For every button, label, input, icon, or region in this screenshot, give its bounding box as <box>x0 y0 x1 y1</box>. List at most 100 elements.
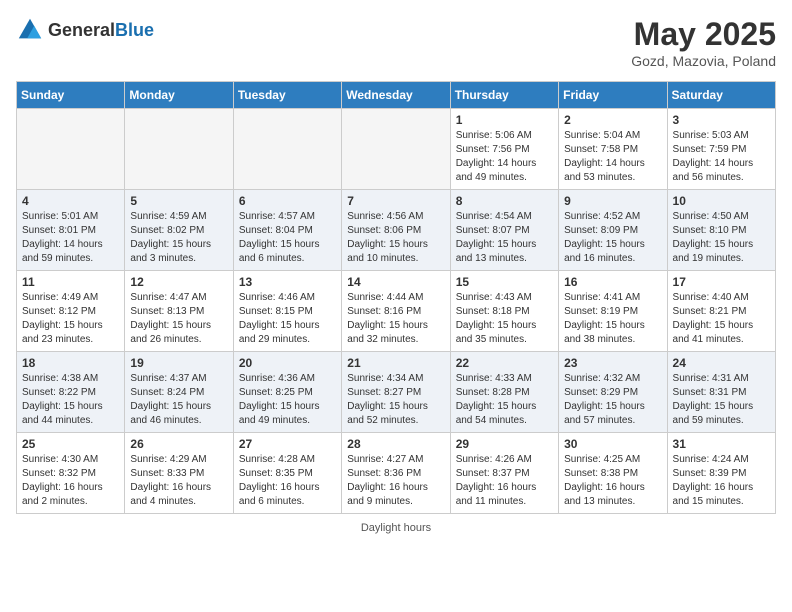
col-tuesday: Tuesday <box>233 82 341 109</box>
col-sunday: Sunday <box>17 82 125 109</box>
calendar-cell: 7 Sunrise: 4:56 AMSunset: 8:06 PMDaylight… <box>342 190 450 271</box>
day-info: Sunrise: 4:52 AMSunset: 8:09 PMDaylight:… <box>564 210 661 266</box>
calendar-cell: 20 Sunrise: 4:36 AMSunset: 8:25 PMDayligh… <box>233 352 341 433</box>
calendar-cell <box>17 109 125 190</box>
day-number: 21 <box>347 356 444 370</box>
day-info: Sunrise: 4:37 AMSunset: 8:24 PMDaylight:… <box>130 372 227 428</box>
day-number: 18 <box>22 356 119 370</box>
day-number: 4 <box>22 194 119 208</box>
week-row-1: 1Sunrise: 5:06 AMSunset: 7:56 PMDaylight… <box>17 109 776 190</box>
col-saturday: Saturday <box>667 82 775 109</box>
calendar-cell <box>125 109 233 190</box>
day-info: Sunrise: 4:56 AMSunset: 8:06 PMDaylight:… <box>347 210 444 266</box>
day-number: 11 <box>22 275 119 289</box>
day-info: Sunrise: 4:24 AMSunset: 8:39 PMDaylight:… <box>673 453 770 509</box>
title-block: May 2025 Gozd, Mazovia, Poland <box>631 16 776 69</box>
day-number: 20 <box>239 356 336 370</box>
day-info: Sunrise: 4:50 AMSunset: 8:10 PMDaylight:… <box>673 210 770 266</box>
day-number: 12 <box>130 275 227 289</box>
calendar-cell: 13Sunrise: 4:46 AMSunset: 8:15 PMDayligh… <box>233 271 341 352</box>
day-info: Sunrise: 4:25 AMSunset: 8:38 PMDaylight:… <box>564 453 661 509</box>
calendar-cell: 1Sunrise: 5:06 AMSunset: 7:56 PMDaylight… <box>450 109 558 190</box>
day-number: 24 <box>673 356 770 370</box>
day-info: Sunrise: 4:47 AMSunset: 8:13 PMDaylight:… <box>130 291 227 347</box>
day-info: Sunrise: 4:26 AMSunset: 8:37 PMDaylight:… <box>456 453 553 509</box>
logo-icon <box>16 16 44 44</box>
day-info: Sunrise: 5:06 AMSunset: 7:56 PMDaylight:… <box>456 129 553 185</box>
day-number: 29 <box>456 437 553 451</box>
day-info: Sunrise: 4:27 AMSunset: 8:36 PMDaylight:… <box>347 453 444 509</box>
day-number: 15 <box>456 275 553 289</box>
calendar-cell: 15 Sunrise: 4:43 AMSunset: 8:18 PMDayligh… <box>450 271 558 352</box>
location: Gozd, Mazovia, Poland <box>631 53 776 69</box>
day-number: 14 <box>347 275 444 289</box>
day-number: 3 <box>673 113 770 127</box>
day-info: Sunrise: 4:59 AMSunset: 8:02 PMDaylight:… <box>130 210 227 266</box>
day-number: 23 <box>564 356 661 370</box>
day-info: Sunrise: 5:01 AMSunset: 8:01 PMDaylight:… <box>22 210 119 266</box>
calendar-cell: 4 Sunrise: 5:01 AMSunset: 8:01 PMDaylight… <box>17 190 125 271</box>
calendar-cell: 2Sunrise: 5:04 AMSunset: 7:58 PMDaylight… <box>559 109 667 190</box>
day-info: Sunrise: 4:29 AMSunset: 8:33 PMDaylight:… <box>130 453 227 509</box>
day-info: Sunrise: 4:31 AMSunset: 8:31 PMDaylight:… <box>673 372 770 428</box>
week-row-5: 25 Sunrise: 4:30 AMSunset: 8:32 PMDayligh… <box>17 433 776 514</box>
week-row-3: 11 Sunrise: 4:49 AMSunset: 8:12 PMDayligh… <box>17 271 776 352</box>
day-info: Sunrise: 4:46 AMSunset: 8:15 PMDaylight:… <box>239 291 336 347</box>
day-number: 28 <box>347 437 444 451</box>
page-header: GeneralBlue May 2025 Gozd, Mazovia, Pola… <box>16 16 776 69</box>
day-info: Sunrise: 4:32 AMSunset: 8:29 PMDaylight:… <box>564 372 661 428</box>
logo-text-general: General <box>48 20 115 40</box>
calendar-cell: 12 Sunrise: 4:47 AMSunset: 8:13 PMDayligh… <box>125 271 233 352</box>
calendar-cell: 30 Sunrise: 4:25 AMSunset: 8:38 PMDayligh… <box>559 433 667 514</box>
day-number: 19 <box>130 356 227 370</box>
header-row: Sunday Monday Tuesday Wednesday Thursday… <box>17 82 776 109</box>
calendar-cell: 17Sunrise: 4:40 AMSunset: 8:21 PMDayligh… <box>667 271 775 352</box>
day-number: 26 <box>130 437 227 451</box>
day-number: 5 <box>130 194 227 208</box>
calendar-cell: 5 Sunrise: 4:59 AMSunset: 8:02 PMDaylight… <box>125 190 233 271</box>
day-number: 17 <box>673 275 770 289</box>
col-friday: Friday <box>559 82 667 109</box>
day-info: Sunrise: 4:44 AMSunset: 8:16 PMDaylight:… <box>347 291 444 347</box>
calendar-cell: 16 Sunrise: 4:41 AMSunset: 8:19 PMDayligh… <box>559 271 667 352</box>
day-info: Sunrise: 4:49 AMSunset: 8:12 PMDaylight:… <box>22 291 119 347</box>
calendar-table: Sunday Monday Tuesday Wednesday Thursday… <box>16 81 776 514</box>
calendar-cell <box>342 109 450 190</box>
day-number: 6 <box>239 194 336 208</box>
day-info: Sunrise: 4:30 AMSunset: 8:32 PMDaylight:… <box>22 453 119 509</box>
day-info: Sunrise: 4:33 AMSunset: 8:28 PMDaylight:… <box>456 372 553 428</box>
calendar-cell: 28 Sunrise: 4:27 AMSunset: 8:36 PMDayligh… <box>342 433 450 514</box>
day-number: 7 <box>347 194 444 208</box>
day-number: 22 <box>456 356 553 370</box>
calendar-cell: 29 Sunrise: 4:26 AMSunset: 8:37 PMDayligh… <box>450 433 558 514</box>
footer: Daylight hours <box>16 522 776 534</box>
calendar-cell: 21 Sunrise: 4:34 AMSunset: 8:27 PMDayligh… <box>342 352 450 433</box>
calendar-cell: 26 Sunrise: 4:29 AMSunset: 8:33 PMDayligh… <box>125 433 233 514</box>
day-number: 25 <box>22 437 119 451</box>
logo-text-blue: Blue <box>115 20 154 40</box>
day-number: 16 <box>564 275 661 289</box>
day-number: 31 <box>673 437 770 451</box>
day-info: Sunrise: 4:36 AMSunset: 8:25 PMDaylight:… <box>239 372 336 428</box>
day-info: Sunrise: 4:34 AMSunset: 8:27 PMDaylight:… <box>347 372 444 428</box>
day-number: 30 <box>564 437 661 451</box>
col-monday: Monday <box>125 82 233 109</box>
week-row-2: 4 Sunrise: 5:01 AMSunset: 8:01 PMDaylight… <box>17 190 776 271</box>
calendar-cell: 3Sunrise: 5:03 AMSunset: 7:59 PMDaylight… <box>667 109 775 190</box>
col-thursday: Thursday <box>450 82 558 109</box>
day-info: Sunrise: 5:04 AMSunset: 7:58 PMDaylight:… <box>564 129 661 185</box>
month-title: May 2025 <box>631 16 776 53</box>
calendar-cell: 27Sunrise: 4:28 AMSunset: 8:35 PMDayligh… <box>233 433 341 514</box>
calendar-cell: 31 Sunrise: 4:24 AMSunset: 8:39 PMDayligh… <box>667 433 775 514</box>
col-wednesday: Wednesday <box>342 82 450 109</box>
calendar-cell: 19 Sunrise: 4:37 AMSunset: 8:24 PMDayligh… <box>125 352 233 433</box>
calendar-cell: 14 Sunrise: 4:44 AMSunset: 8:16 PMDayligh… <box>342 271 450 352</box>
calendar-cell: 11 Sunrise: 4:49 AMSunset: 8:12 PMDayligh… <box>17 271 125 352</box>
calendar-cell: 9Sunrise: 4:52 AMSunset: 8:09 PMDaylight… <box>559 190 667 271</box>
calendar-cell: 10Sunrise: 4:50 AMSunset: 8:10 PMDayligh… <box>667 190 775 271</box>
calendar-cell: 25 Sunrise: 4:30 AMSunset: 8:32 PMDayligh… <box>17 433 125 514</box>
daylight-label: Daylight hours <box>361 522 431 534</box>
day-info: Sunrise: 4:43 AMSunset: 8:18 PMDaylight:… <box>456 291 553 347</box>
day-info: Sunrise: 4:41 AMSunset: 8:19 PMDaylight:… <box>564 291 661 347</box>
day-info: Sunrise: 4:54 AMSunset: 8:07 PMDaylight:… <box>456 210 553 266</box>
